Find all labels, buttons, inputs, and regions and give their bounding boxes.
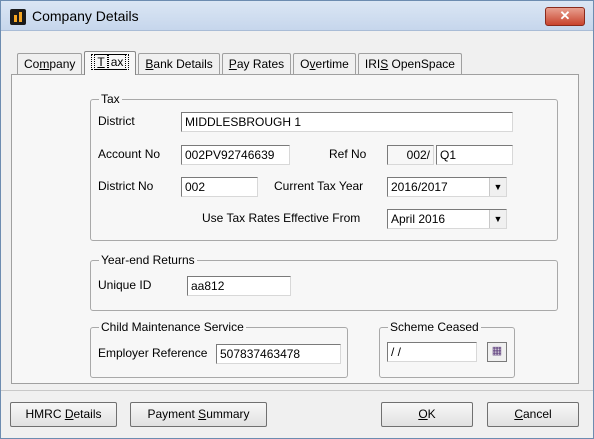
client-area: Company Tax Bank Details Pay Rates Overt… <box>1 32 593 438</box>
window-title: Company Details <box>32 8 139 24</box>
chevron-down-icon[interactable]: ▼ <box>489 178 506 196</box>
child-maintenance-label: Child Maintenance Service <box>99 320 246 334</box>
cancel-button[interactable]: Cancel <box>487 402 579 427</box>
tab-tax[interactable]: Tax <box>84 51 137 75</box>
scheme-ceased-date-field[interactable]: / / <box>387 342 477 362</box>
current-tax-year-select[interactable]: 2016/2017 ▼ <box>387 177 507 197</box>
payment-summary-button[interactable]: Payment Summary <box>130 402 267 427</box>
ok-button[interactable]: OK <box>381 402 473 427</box>
close-button[interactable]: ✕ <box>545 7 585 26</box>
unique-id-label: Unique ID <box>98 278 152 292</box>
district-no-label: District No <box>98 179 154 193</box>
ref-no-prefix-field: 002/ <box>387 145 434 165</box>
hmrc-details-button[interactable]: HMRC Details <box>10 402 117 427</box>
scheme-ceased-label: Scheme Ceased <box>388 320 481 334</box>
chevron-down-icon[interactable]: ▼ <box>489 210 506 228</box>
district-no-field[interactable]: 002 <box>181 177 258 197</box>
ref-no-label: Ref No <box>329 147 367 161</box>
district-label: District <box>98 114 135 128</box>
tax-group-label: Tax <box>99 92 122 106</box>
unique-id-field[interactable]: aa812 <box>187 276 291 296</box>
tab-iris-openspace[interactable]: IRIS OpenSpace <box>357 53 462 75</box>
divider <box>1 390 593 391</box>
tab-overtime[interactable]: Overtime <box>293 53 356 75</box>
tax-tab-panel: Tax District MIDDLESBROUGH 1 Account No … <box>11 74 579 384</box>
tab-bank-details[interactable]: Bank Details <box>138 53 220 75</box>
year-end-returns-group: Year-end Returns Unique ID aa812 <box>90 253 558 311</box>
tab-pay-rates[interactable]: Pay Rates <box>221 53 292 75</box>
district-field[interactable]: MIDDLESBROUGH 1 <box>181 112 513 132</box>
current-tax-year-value: 2016/2017 <box>391 180 448 194</box>
ref-no-field[interactable]: Q1 <box>436 145 513 165</box>
company-details-window: Company Details ✕ Company Tax Bank Detai… <box>0 0 594 439</box>
tax-rates-effective-label: Use Tax Rates Effective From <box>202 211 361 225</box>
calendar-icon[interactable]: ▦ <box>487 342 507 362</box>
tax-rates-effective-value: April 2016 <box>391 212 446 226</box>
tab-strip: Company Tax Bank Details Pay Rates Overt… <box>17 51 464 75</box>
current-tax-year-label: Current Tax Year <box>274 179 364 193</box>
title-bar: Company Details ✕ <box>1 1 593 31</box>
employer-reference-field[interactable]: 507837463478 <box>216 344 341 364</box>
scheme-ceased-group: Scheme Ceased / / ▦ <box>379 320 515 378</box>
account-no-label: Account No <box>98 147 161 161</box>
tax-rates-effective-select[interactable]: April 2016 ▼ <box>387 209 507 229</box>
employer-reference-label: Employer Reference <box>98 346 208 360</box>
app-icon <box>10 9 26 25</box>
child-maintenance-group: Child Maintenance Service Employer Refer… <box>90 320 348 378</box>
account-no-field[interactable]: 002PV92746639 <box>181 145 290 165</box>
year-end-returns-label: Year-end Returns <box>99 253 197 267</box>
tax-group: Tax District MIDDLESBROUGH 1 Account No … <box>90 92 558 241</box>
tab-company[interactable]: Company <box>17 53 83 75</box>
